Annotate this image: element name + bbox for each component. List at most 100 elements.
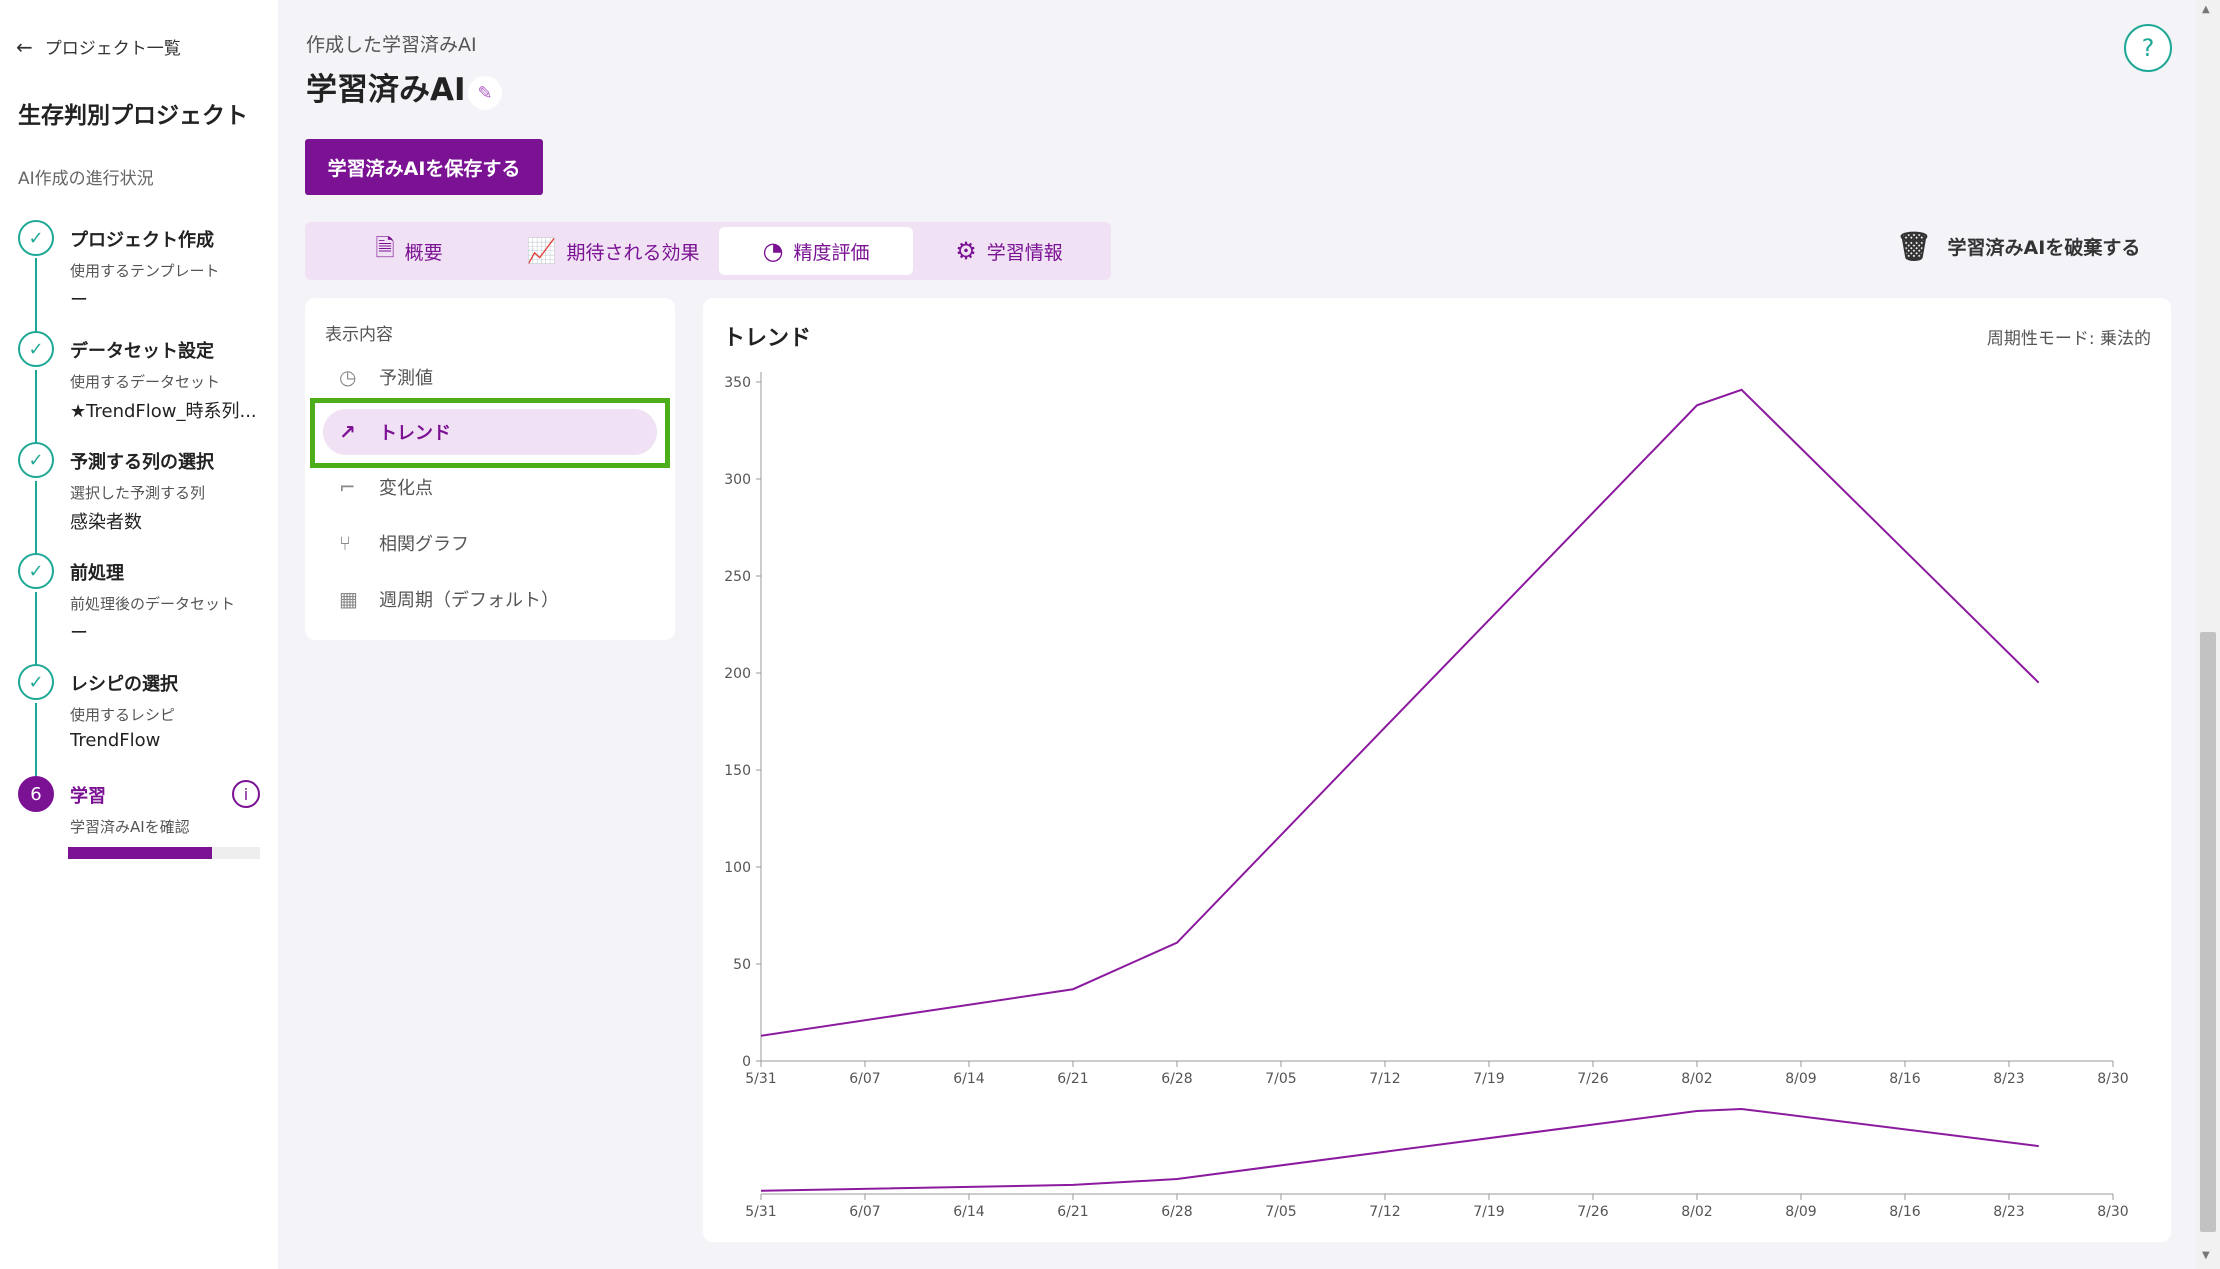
navigator-x-tick-label: 7/05 [1265,1204,1296,1220]
step-sub: 使用するレシピ [70,706,176,724]
step-sub: 使用するテンプレート [70,262,220,280]
menu-item-label: 予測値 [379,368,433,389]
navigator-x-tick-label: 7/12 [1369,1204,1400,1220]
x-tick-label: 7/05 [1265,1071,1296,1087]
weekly-icon: ▦ [339,587,358,611]
scroll-down-arrow-icon[interactable]: ▼ [2202,1250,2210,1261]
y-tick-label: 150 [724,763,751,779]
discard-label: 学習済みAIを破棄する [1947,237,2141,259]
step-value: 感染者数 [70,512,142,533]
menu-item-forecast[interactable]: ◷ 予測値 [323,354,657,400]
info-icon[interactable]: i [232,780,260,808]
check-icon: ✓ [18,331,54,367]
scrollbar[interactable]: ▲ ▼ [2196,0,2220,1269]
tab-expected-effect[interactable]: 📈 期待される効果 [507,227,719,275]
x-tick-label: 6/07 [849,1071,880,1087]
trash-icon: 🗑 [1896,230,1932,263]
x-tick-label: 8/09 [1785,1071,1816,1087]
y-tick-label: 0 [742,1054,751,1070]
tab-label: 精度評価 [793,241,870,264]
step-connector [35,258,37,336]
y-tick-label: 250 [724,569,751,585]
navigator-x-tick-label: 7/26 [1577,1204,1609,1220]
tab-accuracy-evaluation[interactable]: ◔ 精度評価 [719,227,913,275]
menu-item-correlation[interactable]: ⑂ 相関グラフ [323,520,657,566]
navigator-x-tick-label: 7/19 [1473,1204,1504,1220]
y-tick-label: 300 [724,472,751,488]
navigator-trend-line [760,1107,2039,1192]
navigator-x-tick-label: 6/14 [953,1204,985,1220]
step-sub: 学習済みAIを確認 [70,818,190,836]
training-progress-fill [68,847,212,859]
display-content-panel: 表示内容 ◷ 予測値 ↗ トレンド ⌐ 変化点 ⑂ 相関グラフ ▦ 週周期（デフ… [305,298,675,640]
navigator-x-tick-label: 8/30 [2097,1204,2128,1220]
y-tick-label: 350 [724,375,751,391]
step-connector [35,481,37,559]
x-tick-label: 6/14 [953,1071,985,1087]
step-connector [35,703,37,778]
scroll-thumb[interactable] [2200,632,2216,1232]
step-name: 学習 [70,786,106,807]
breadcrumb: 作成した学習済みAI [306,34,477,56]
menu-item-label: 週周期（デフォルト） [379,590,559,611]
gauge-icon: ◔ [762,237,784,265]
x-tick-label: 8/16 [1889,1071,1921,1087]
step-connector [35,370,37,448]
line-chart-icon: 📈 [526,237,557,265]
step-name: プロジェクト作成 [70,230,214,251]
scroll-up-arrow-icon[interactable]: ▲ [2202,4,2210,15]
x-tick-label: 6/21 [1057,1071,1088,1087]
menu-item-changepoint[interactable]: ⌐ 変化点 [323,464,657,510]
menu-item-weekly[interactable]: ▦ 週周期（デフォルト） [323,576,657,622]
step-name: データセット設定 [70,341,214,362]
correlation-icon: ⑂ [339,531,351,555]
chart-panel: トレンド 周期性モード: 乗法的 0 50 100 150 200 250 300 350 5/… [703,298,2171,1242]
trend-line [760,388,2040,1037]
navigator-x-tick-label: 6/21 [1057,1204,1088,1220]
step-value: ★TrendFlow_時系列... [70,401,257,422]
forecast-icon: ◷ [339,365,357,389]
trend-chart[interactable]: 0 50 100 150 200 250 300 350 5/31 6/07 6/14 6/21 6/2… [703,298,2171,1242]
menu-item-label: 相関グラフ [379,534,469,555]
navigator-x-tick-label: 6/28 [1161,1204,1192,1220]
x-tick-label: 8/23 [1993,1071,2024,1087]
step-name: レシピの選択 [70,674,178,695]
step-connector [35,592,37,670]
navigator-x-tick-label: 8/02 [1681,1204,1712,1220]
navigator-x-tick-label: 8/23 [1993,1204,2024,1220]
selection-highlight [310,398,670,468]
x-tick-label: 8/30 [2097,1071,2128,1087]
step-sub: 選択した予測する列 [70,484,206,502]
check-icon: ✓ [18,442,54,478]
tab-label: 学習情報 [986,241,1063,264]
tab-bar: 🗎 概要 📈 期待される効果 ◔ 精度評価 ⚙ 学習情報 [305,222,1111,280]
tab-label: 概要 [404,241,443,264]
save-trained-ai-button[interactable]: 学習済みAIを保存する [305,139,543,195]
back-to-projects-link[interactable]: ← プロジェクト一覧 [16,34,181,60]
step-value: ー [70,290,88,311]
check-icon: ✓ [18,220,54,256]
progress-heading: AI作成の進行状況 [18,169,154,189]
project-title: 生存判別プロジェクト [18,103,248,129]
gear-icon: ⚙ [955,237,977,265]
x-tick-label: 7/19 [1473,1071,1504,1087]
check-icon: ✓ [18,553,54,589]
navigator-x-tick-label: 8/16 [1889,1204,1921,1220]
x-tick-label: 7/26 [1577,1071,1609,1087]
pencil-icon[interactable]: ✎ [468,76,502,110]
training-progress-bar [68,847,260,859]
help-icon[interactable]: ? [2124,24,2172,72]
page-title: 学習済みAI [306,72,466,108]
arrow-left-icon: ← [16,34,33,59]
step-name: 予測する列の選択 [70,452,214,473]
tab-overview[interactable]: 🗎 概要 [311,227,507,275]
step-value: ー [70,623,88,644]
discard-trained-ai-button[interactable]: 🗑 学習済みAIを破棄する [1896,230,2140,263]
navigator-x-tick-label: 6/07 [849,1204,880,1220]
step-value: TrendFlow [70,730,161,751]
step-name: 前処理 [70,563,124,584]
y-tick-label: 200 [724,666,751,682]
check-icon: ✓ [18,664,54,700]
tab-training-info[interactable]: ⚙ 学習情報 [913,227,1105,275]
step-sub: 前処理後のデータセット [70,595,236,613]
